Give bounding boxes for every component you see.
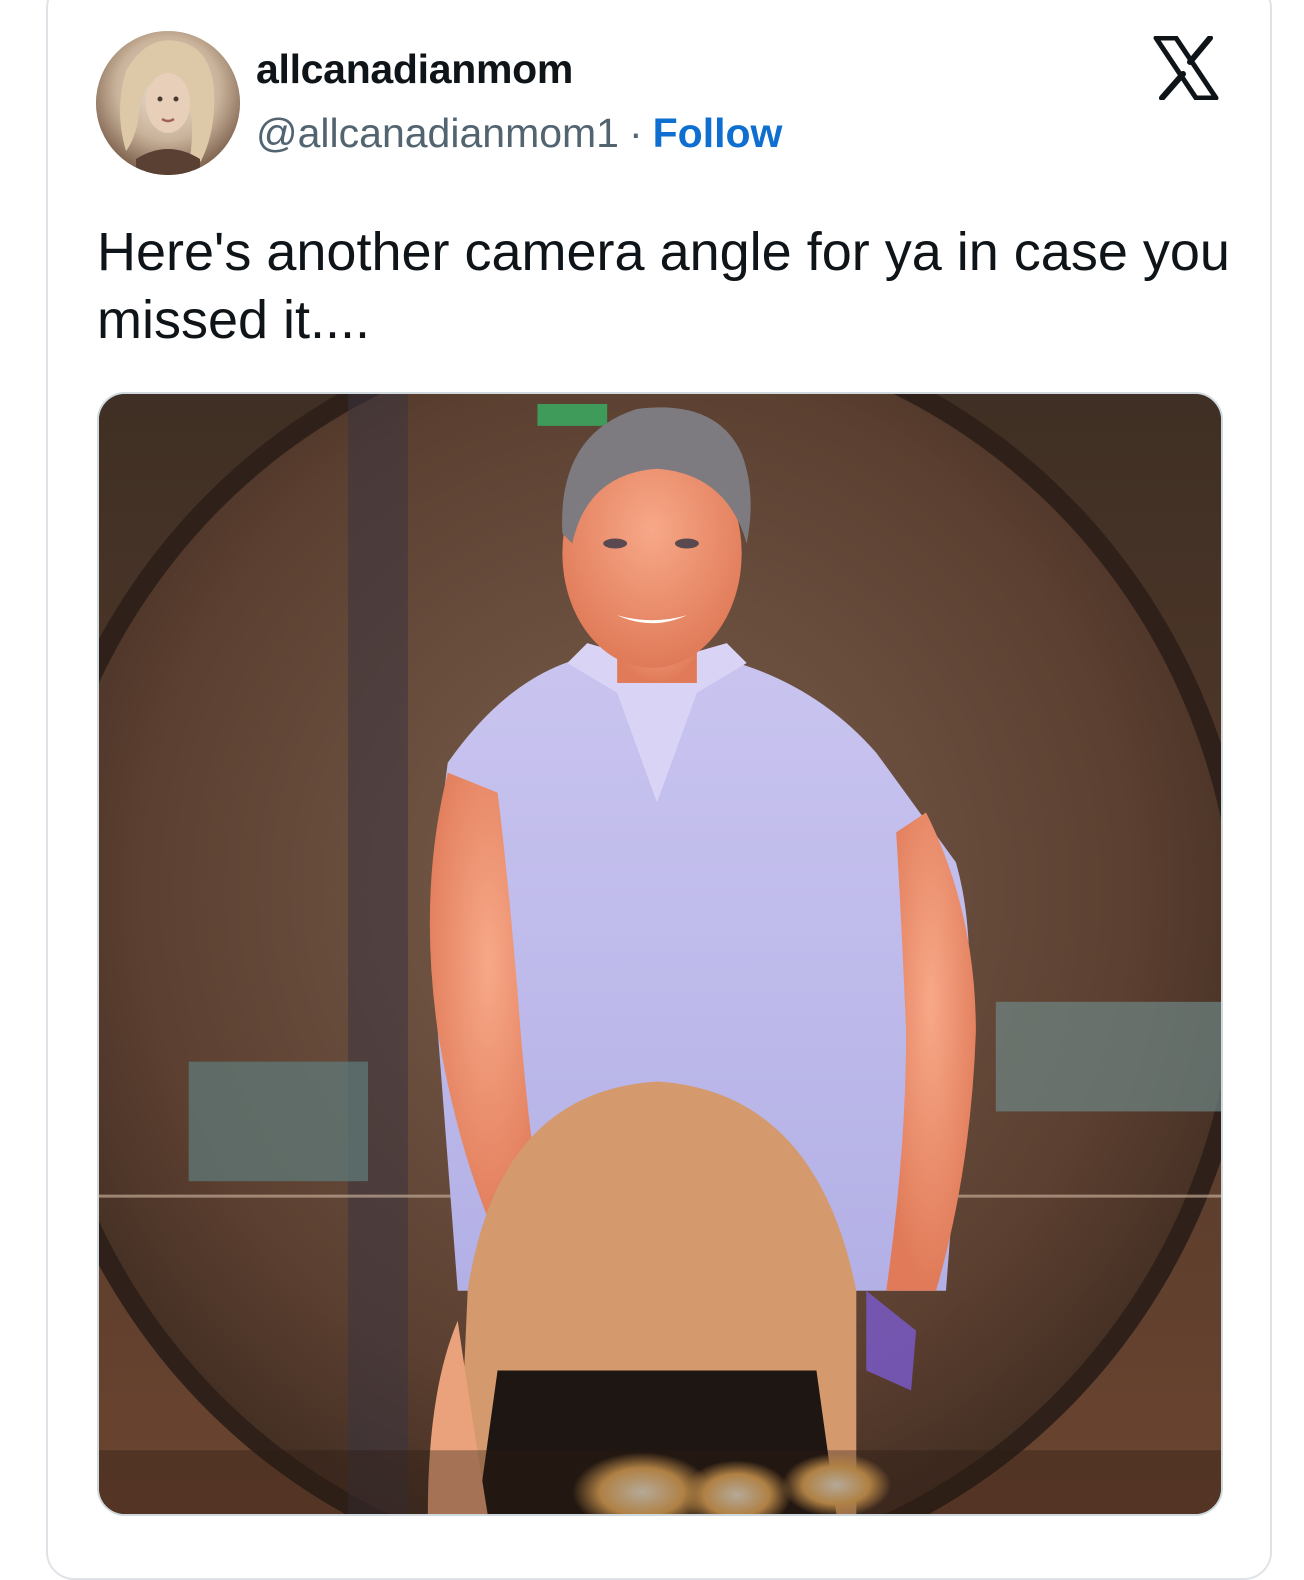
tweet-media[interactable] (97, 392, 1223, 1516)
separator-dot: · (628, 110, 643, 156)
avatar[interactable] (96, 31, 240, 175)
display-name[interactable]: allcanadianmom (256, 46, 573, 93)
user-handle[interactable]: @allcanadianmom1 (256, 110, 619, 156)
media-photo-image (99, 394, 1221, 1514)
tweet-text: Here's another camera angle for ya in ca… (97, 222, 1230, 350)
x-logo-icon[interactable] (1152, 35, 1220, 101)
follow-button[interactable]: Follow (653, 110, 783, 156)
avatar-portrait-image (96, 31, 240, 175)
handle-row: @allcanadianmom1 · Follow (256, 110, 782, 157)
